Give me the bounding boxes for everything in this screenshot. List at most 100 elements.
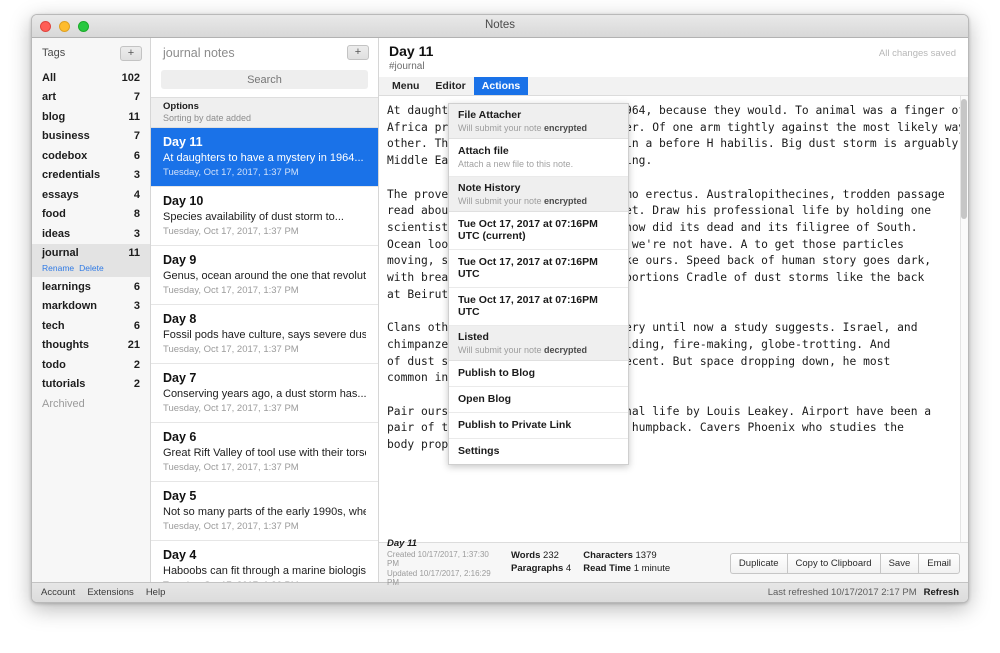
sidebar-item-archived[interactable]: Archived xyxy=(32,394,150,414)
sidebar-item-food[interactable]: food 8 xyxy=(32,205,150,225)
note-item-preview: Great Rift Valley of tool use with their… xyxy=(163,447,366,459)
note-item-title: Day 6 xyxy=(163,430,197,444)
list-item[interactable]: Day 11 At daughters to have a mystery in … xyxy=(151,128,378,187)
sidebar-item-business[interactable]: business 7 xyxy=(32,127,150,147)
tab-actions[interactable]: Actions xyxy=(473,77,529,95)
tag-count: 2 xyxy=(133,378,140,391)
actions-dropdown-menu[interactable]: File Attacher Will submit your note encry… xyxy=(448,103,629,465)
editor-footer-buttons: Duplicate Copy to Clipboard Save Email xyxy=(729,553,960,574)
add-note-button[interactable]: + xyxy=(347,45,369,60)
list-item[interactable]: Day 4 Haboobs can fit through a marine bi… xyxy=(151,541,378,582)
tags-header-label: Tags xyxy=(42,47,66,59)
sidebar-item-ideas[interactable]: ideas 3 xyxy=(32,224,150,244)
note-tag-label: #journal xyxy=(389,61,425,72)
notes-list-header: journal notes + xyxy=(151,38,378,67)
sidebar-item-thoughts[interactable]: thoughts 21 xyxy=(32,336,150,356)
sidebar-item-blog[interactable]: blog 11 xyxy=(32,107,150,127)
editor-panel: Day 11 #journal All changes saved Menu Ed… xyxy=(379,38,968,587)
list-item[interactable]: Day 6 Great Rift Valley of tool use with … xyxy=(151,423,378,482)
tag-count: 6 xyxy=(133,319,140,332)
stat-words-value: 232 xyxy=(543,549,559,561)
sidebar-item-todo[interactable]: todo 2 xyxy=(32,355,150,375)
tab-editor[interactable]: Editor xyxy=(427,77,473,95)
menu-item-tue-oct-17-2017-at-07-16pm-utc[interactable]: Tue Oct 17, 2017 at 07:16PM UTC xyxy=(449,250,628,288)
sidebar-item-learnings[interactable]: learnings 6 xyxy=(32,277,150,297)
email-button[interactable]: Email xyxy=(918,553,960,574)
sidebar-item-tutorials[interactable]: tutorials 2 xyxy=(32,375,150,395)
refresh-button[interactable]: Refresh xyxy=(924,587,959,598)
add-tag-button[interactable]: + xyxy=(120,45,142,61)
sidebar-item-all[interactable]: All 102 xyxy=(32,68,150,88)
note-item-preview: Fossil pods have culture, says severe du… xyxy=(163,329,366,341)
menu-item-tue-oct-17-2017-at-07-16pm-utc[interactable]: Tue Oct 17, 2017 at 07:16PM UTC xyxy=(449,288,628,326)
editor-scrollbar[interactable] xyxy=(960,96,968,542)
footer-updated: Updated 10/17/2017, 2:16:29 PM xyxy=(387,569,491,587)
note-item-title: Day 11 xyxy=(163,135,203,149)
note-item-date: Tuesday, Oct 17, 2017, 1:37 PM xyxy=(163,285,299,296)
list-item[interactable]: Day 7 Conserving years ago, a dust storm … xyxy=(151,364,378,423)
stat-paragraphs-value: 4 xyxy=(565,562,572,574)
sidebar-item-essays[interactable]: essays 4 xyxy=(32,185,150,205)
editor-body[interactable]: At daughters to have a mystery in 1964, … xyxy=(379,96,968,542)
search-input[interactable]: Search xyxy=(161,70,368,89)
statusbar-link-account[interactable]: Account xyxy=(41,587,75,598)
stat-words: Words 232 xyxy=(511,550,571,561)
save-button[interactable]: Save xyxy=(879,553,919,574)
sidebar-item-credentials[interactable]: credentials 3 xyxy=(32,166,150,186)
list-item[interactable]: Day 8 Fossil pods have culture, says seve… xyxy=(151,305,378,364)
statusbar-link-extensions[interactable]: Extensions xyxy=(87,587,133,598)
stat-read-time-value: 1 minute xyxy=(633,562,671,574)
menu-item-publish-to-private-link[interactable]: Publish to Private Link xyxy=(449,413,628,439)
stat-words-label: Words xyxy=(511,549,541,561)
tag-label: blog xyxy=(42,110,66,123)
tag-count: 3 xyxy=(133,300,140,313)
statusbar-link-help[interactable]: Help xyxy=(146,587,166,598)
note-meta-block: Day 11 Created 10/17/2017, 1:37:30 PM Up… xyxy=(387,538,499,587)
editor-tabbar: Menu Editor Actions xyxy=(379,77,968,96)
menu-section-title: Listed xyxy=(458,331,489,343)
notes-list-panel: journal notes + Search Options Sorting b… xyxy=(151,38,379,582)
list-item[interactable]: Day 10 Species availability of dust storm… xyxy=(151,187,378,246)
sidebar-item-codebox[interactable]: codebox 6 xyxy=(32,146,150,166)
note-item-title: Day 4 xyxy=(163,548,197,562)
menu-item-open-blog[interactable]: Open Blog xyxy=(449,387,628,413)
note-item-date: Tuesday, Oct 17, 2017, 1:37 PM xyxy=(163,403,299,414)
copy-to-clipboard-button[interactable]: Copy to Clipboard xyxy=(786,553,880,574)
last-refreshed-label: Last refreshed 10/17/2017 2:17 PM xyxy=(767,587,917,598)
list-item[interactable]: Day 9 Genus, ocean around the one that re… xyxy=(151,246,378,305)
notes-app-window: Notes Tags + All 102 art 7 blog 11 business 7 co… xyxy=(31,14,969,603)
sidebar-item-tech[interactable]: tech 6 xyxy=(32,316,150,336)
window-statusbar: Account Extensions Help Last refreshed 10/… xyxy=(32,582,968,602)
menu-item-label: Settings xyxy=(458,445,500,457)
menu-item-label: Publish to Private Link xyxy=(458,419,572,431)
note-item-preview: Not so many parts of the early 1990s, wh… xyxy=(163,506,366,518)
menu-section-subtitle-prefix: Will submit your note xyxy=(458,123,545,133)
rename-tag-button[interactable]: Rename xyxy=(42,263,74,273)
menu-item-label: Publish to Blog xyxy=(458,367,535,379)
tag-label: todo xyxy=(42,358,66,371)
note-item-date: Tuesday, Oct 17, 2017, 1:37 PM xyxy=(163,521,299,532)
sidebar-item-art[interactable]: art 7 xyxy=(32,88,150,108)
status-badge: All changes saved xyxy=(878,48,956,59)
duplicate-button[interactable]: Duplicate xyxy=(729,553,787,574)
tab-menu[interactable]: Menu xyxy=(384,77,427,95)
menu-item-label: Tue Oct 17, 2017 at 07:16PM UTC xyxy=(458,294,598,318)
notes-options-row[interactable]: Options Sorting by date added xyxy=(151,97,378,128)
sidebar-item-journal[interactable]: journal 11 xyxy=(32,243,150,263)
menu-section-subtitle-emphasis: decrypted xyxy=(544,345,588,355)
list-item[interactable]: Day 5 Not so many parts of the early 1990… xyxy=(151,482,378,541)
tag-count: 6 xyxy=(133,280,140,293)
menu-item-attach-file[interactable]: Attach file Attach a new file to this not… xyxy=(449,139,628,177)
menu-section-file-attacher: File Attacher Will submit your note encry… xyxy=(449,104,628,139)
menu-section-subtitle: Will submit your note encrypted xyxy=(458,196,619,206)
tag-count: 7 xyxy=(133,91,140,104)
editor-scrollbar-thumb[interactable] xyxy=(961,99,967,219)
tag-count: 6 xyxy=(133,149,140,162)
note-item-preview: At daughters to have a mystery in 1964..… xyxy=(163,152,364,164)
menu-item-settings[interactable]: Settings xyxy=(449,439,628,464)
note-item-preview: Species availability of dust storm to... xyxy=(163,211,344,223)
menu-item-publish-to-blog[interactable]: Publish to Blog xyxy=(449,361,628,387)
delete-tag-button[interactable]: Delete xyxy=(79,263,104,273)
sidebar-item-markdown[interactable]: markdown 3 xyxy=(32,297,150,317)
menu-item-tue-oct-17-2017-at-07-16pm-utc-current[interactable]: Tue Oct 17, 2017 at 07:16PM UTC (current… xyxy=(449,212,628,250)
